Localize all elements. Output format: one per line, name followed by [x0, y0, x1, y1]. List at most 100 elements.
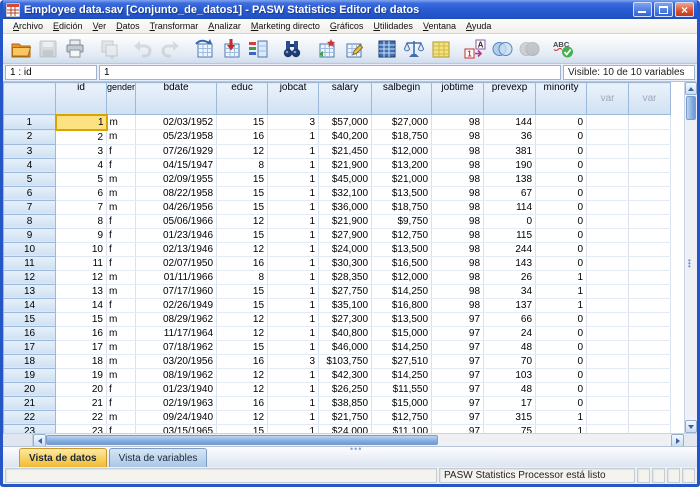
use-variable-sets-button[interactable] [488, 36, 515, 62]
cell-var2-row3[interactable] [629, 144, 671, 158]
cell-var1-row16[interactable] [587, 326, 629, 340]
tab-vista-de-variables[interactable]: Vista de variables [109, 448, 208, 467]
cell-salary-row1[interactable]: $57,000 [319, 115, 372, 130]
row-number-13[interactable]: 13 [4, 284, 56, 298]
cell-minority-row8[interactable]: 0 [536, 214, 587, 228]
cell-salbegin-row20[interactable]: $11,550 [372, 382, 432, 396]
row-number-3[interactable]: 3 [4, 144, 56, 158]
cell-salbegin-row14[interactable]: $16,800 [372, 298, 432, 312]
cell-gender-row18[interactable]: m [107, 354, 136, 368]
cell-salary-row18[interactable]: $103,750 [319, 354, 372, 368]
cell-minority-row17[interactable]: 0 [536, 340, 587, 354]
cell-educ-row15[interactable]: 12 [217, 312, 268, 326]
cell-var1-row18[interactable] [587, 354, 629, 368]
maximize-button[interactable] [654, 2, 673, 17]
cell-var2-row11[interactable] [629, 256, 671, 270]
cell-jobtime-row8[interactable]: 98 [432, 214, 484, 228]
menu-datos[interactable]: Datos [111, 21, 145, 31]
cell-educ-row1[interactable]: 15 [217, 115, 268, 130]
column-header-var2[interactable]: var [629, 83, 671, 115]
cell-minority-row22[interactable]: 1 [536, 410, 587, 424]
cell-gender-row10[interactable]: f [107, 242, 136, 256]
cell-salary-row11[interactable]: $30,300 [319, 256, 372, 270]
cell-bdate-row3[interactable]: 07/26/1929 [136, 144, 217, 158]
cell-salbegin-row11[interactable]: $16,500 [372, 256, 432, 270]
cell-gender-row22[interactable]: m [107, 410, 136, 424]
cell-gender-row12[interactable]: m [107, 270, 136, 284]
cell-gender-row9[interactable]: f [107, 228, 136, 242]
cell-var2-row20[interactable] [629, 382, 671, 396]
cell-id-row22[interactable]: 22 [56, 410, 107, 424]
cell-var1-row20[interactable] [587, 382, 629, 396]
cell-id-row6[interactable]: 6 [56, 186, 107, 200]
row-number-19[interactable]: 19 [4, 368, 56, 382]
cell-prevexp-row1[interactable]: 144 [484, 115, 536, 130]
open-data-button[interactable] [7, 36, 34, 62]
row-number-22[interactable]: 22 [4, 410, 56, 424]
cell-jobtime-row6[interactable]: 98 [432, 186, 484, 200]
cell-jobtime-row1[interactable]: 98 [432, 115, 484, 130]
cell-bdate-row21[interactable]: 02/19/1963 [136, 396, 217, 410]
cell-var1-row3[interactable] [587, 144, 629, 158]
cell-salary-row4[interactable]: $21,900 [319, 158, 372, 172]
cell-jobtime-row4[interactable]: 98 [432, 158, 484, 172]
cell-jobcat-row5[interactable]: 1 [268, 172, 319, 186]
row-number-12[interactable]: 12 [4, 270, 56, 284]
cell-educ-row6[interactable]: 15 [217, 186, 268, 200]
cell-salbegin-row13[interactable]: $14,250 [372, 284, 432, 298]
cell-minority-row18[interactable]: 0 [536, 354, 587, 368]
cell-prevexp-row18[interactable]: 70 [484, 354, 536, 368]
value-labels-button[interactable]: 1A [461, 36, 488, 62]
scroll-down-arrow[interactable] [685, 420, 697, 433]
cell-jobcat-row4[interactable]: 1 [268, 158, 319, 172]
cell-gender-row20[interactable]: f [107, 382, 136, 396]
cell-var2-row2[interactable] [629, 130, 671, 145]
cell-prevexp-row4[interactable]: 190 [484, 158, 536, 172]
cell-jobtime-row14[interactable]: 98 [432, 298, 484, 312]
cell-gender-row1[interactable]: m [107, 115, 136, 130]
horizontal-scroll-thumb[interactable] [46, 435, 438, 445]
cell-var1-row5[interactable] [587, 172, 629, 186]
cell-minority-row12[interactable]: 1 [536, 270, 587, 284]
cell-var1-row2[interactable] [587, 130, 629, 145]
cell-var1-row10[interactable] [587, 242, 629, 256]
cell-salary-row20[interactable]: $26,250 [319, 382, 372, 396]
cell-jobtime-row11[interactable]: 98 [432, 256, 484, 270]
minimize-button[interactable] [633, 2, 652, 17]
cell-educ-row12[interactable]: 8 [217, 270, 268, 284]
cell-id-row16[interactable]: 16 [56, 326, 107, 340]
row-number-4[interactable]: 4 [4, 158, 56, 172]
cell-bdate-row14[interactable]: 02/26/1949 [136, 298, 217, 312]
cell-prevexp-row20[interactable]: 48 [484, 382, 536, 396]
column-header-bdate[interactable]: bdate [136, 83, 217, 115]
menu-marketing-directo[interactable]: Marketing directo [246, 21, 325, 31]
cell-gender-row7[interactable]: m [107, 200, 136, 214]
cell-gender-row21[interactable]: f [107, 396, 136, 410]
cell-prevexp-row23[interactable]: 75 [484, 424, 536, 433]
cell-educ-row2[interactable]: 16 [217, 130, 268, 145]
menu-ver[interactable]: Ver [88, 21, 112, 31]
cell-id-row23[interactable]: 23 [56, 424, 107, 433]
cell-salbegin-row22[interactable]: $12,750 [372, 410, 432, 424]
row-number-10[interactable]: 10 [4, 242, 56, 256]
menu-gr-ficos[interactable]: Gráficos [325, 21, 369, 31]
cell-salary-row14[interactable]: $35,100 [319, 298, 372, 312]
cell-var1-row4[interactable] [587, 158, 629, 172]
cell-salbegin-row18[interactable]: $27,510 [372, 354, 432, 368]
cell-var1-row23[interactable] [587, 424, 629, 433]
cell-id-row12[interactable]: 12 [56, 270, 107, 284]
cell-educ-row10[interactable]: 12 [217, 242, 268, 256]
cell-salbegin-row5[interactable]: $21,000 [372, 172, 432, 186]
cell-salbegin-row4[interactable]: $13,200 [372, 158, 432, 172]
cell-prevexp-row2[interactable]: 36 [484, 130, 536, 145]
cell-jobcat-row3[interactable]: 1 [268, 144, 319, 158]
menu-ayuda[interactable]: Ayuda [461, 21, 496, 31]
cell-id-row3[interactable]: 3 [56, 144, 107, 158]
row-number-14[interactable]: 14 [4, 298, 56, 312]
cell-educ-row20[interactable]: 12 [217, 382, 268, 396]
cell-jobcat-row19[interactable]: 1 [268, 368, 319, 382]
cell-var2-row5[interactable] [629, 172, 671, 186]
grid-corner-cell[interactable] [4, 83, 56, 115]
vertical-scrollbar[interactable] [684, 82, 697, 433]
cell-prevexp-row11[interactable]: 143 [484, 256, 536, 270]
